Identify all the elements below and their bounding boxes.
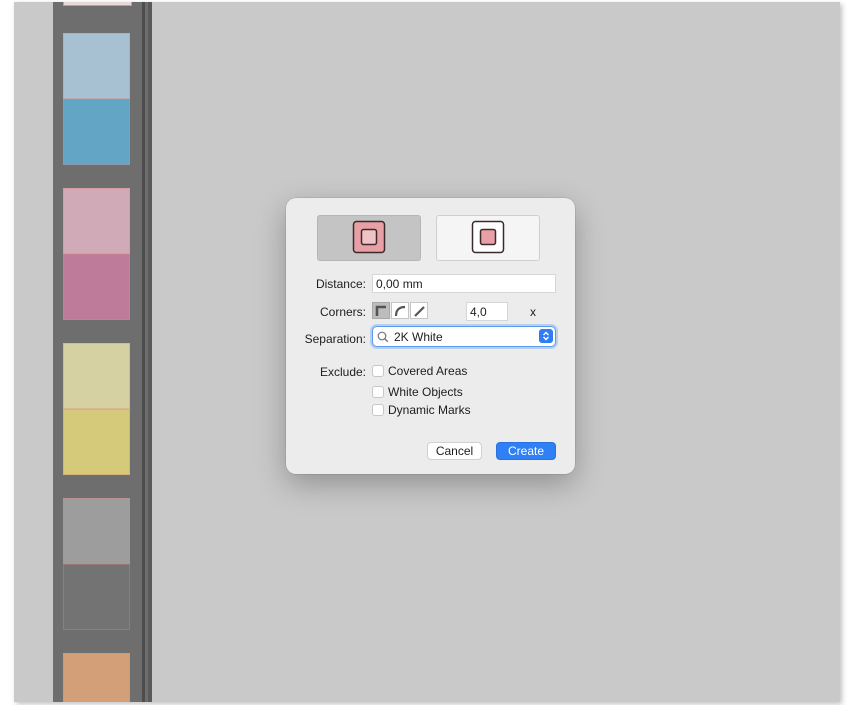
corner-sharp-button[interactable] <box>372 302 390 319</box>
white-objects-option[interactable]: White Objects <box>372 385 463 399</box>
color-swatch[interactable] <box>63 564 130 630</box>
square-outline-icon <box>352 220 386 257</box>
covered-areas-option[interactable]: Covered Areas <box>372 364 467 378</box>
mode-inner-tile[interactable] <box>436 215 540 261</box>
mode-outer-tile[interactable] <box>317 215 421 261</box>
corner-rounded-icon <box>394 305 406 316</box>
strip-divider[interactable] <box>142 2 145 702</box>
color-swatch[interactable] <box>63 409 130 475</box>
contour-dialog: Distance: 0,00 mm Corners: 4,0 x Separat… <box>286 198 575 474</box>
app-window: Distance: 0,00 mm Corners: 4,0 x Separat… <box>14 2 840 702</box>
corners-label: Corners: <box>319 305 366 319</box>
exclude-label: Exclude: <box>319 365 366 379</box>
color-swatch[interactable] <box>63 33 130 99</box>
magnifier-icon <box>377 331 389 343</box>
white-objects-label: White Objects <box>388 385 463 399</box>
color-swatch[interactable] <box>63 99 130 165</box>
corner-rounded-button[interactable] <box>391 302 409 319</box>
corner-bevel-button[interactable] <box>410 302 428 319</box>
square-outline-icon <box>471 220 505 257</box>
dynamic-marks-option[interactable]: Dynamic Marks <box>372 403 471 417</box>
corner-sharp-icon <box>375 305 386 316</box>
separation-value: 2K White <box>394 329 443 344</box>
corner-value-field[interactable]: 4,0 <box>466 302 508 321</box>
color-swatch[interactable] <box>63 343 130 409</box>
create-button[interactable]: Create <box>496 442 556 460</box>
corner-unit-label: x <box>530 305 536 319</box>
corner-bevel-icon <box>414 305 425 317</box>
select-arrows-icon <box>539 329 553 343</box>
dynamic-marks-label: Dynamic Marks <box>388 403 471 417</box>
separation-select[interactable]: 2K White <box>372 326 556 347</box>
dynamic-marks-checkbox[interactable] <box>372 404 384 416</box>
swatch-partial <box>63 2 132 6</box>
distance-label: Distance: <box>315 277 366 291</box>
white-objects-checkbox[interactable] <box>372 386 384 398</box>
color-swatch[interactable] <box>63 498 130 564</box>
covered-areas-label: Covered Areas <box>388 364 468 378</box>
color-swatch[interactable] <box>63 653 130 702</box>
separation-label: Separation: <box>304 332 366 346</box>
covered-areas-checkbox[interactable] <box>372 365 384 377</box>
color-swatch[interactable] <box>63 254 130 320</box>
distance-field[interactable]: 0,00 mm <box>372 274 556 293</box>
color-swatch[interactable] <box>63 188 130 254</box>
cancel-button[interactable]: Cancel <box>427 442 482 460</box>
